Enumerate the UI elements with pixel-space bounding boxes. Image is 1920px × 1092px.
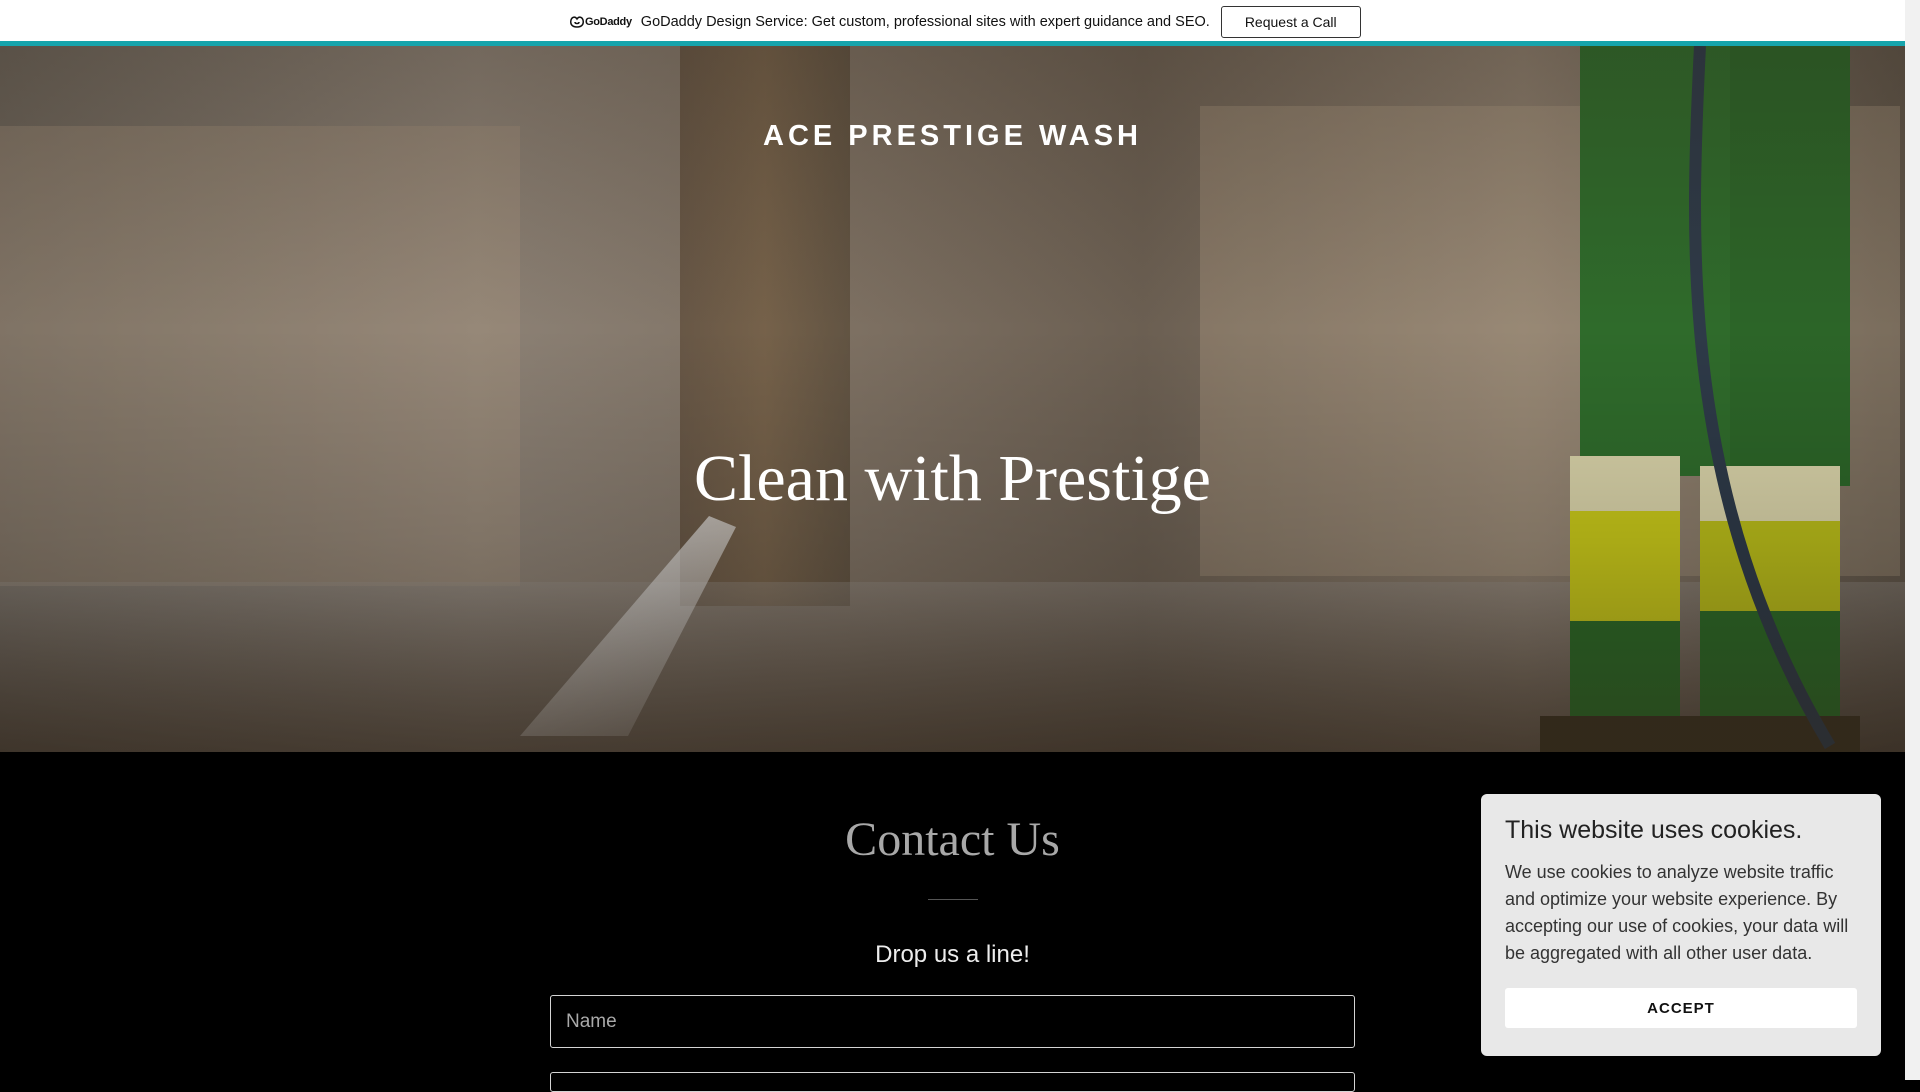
cookie-body: We use cookies to analyze website traffi… (1505, 862, 1849, 963)
email-input[interactable] (550, 1072, 1355, 1092)
promo-bar: GoDaddy GoDaddy Design Service: Get cust… (0, 0, 1905, 46)
cookie-popup: This website uses cookies. We use cookie… (1481, 794, 1881, 1056)
hero-section: ACE PRESTIGE WASH Clean with Prestige (0, 46, 1905, 752)
hero-headline: Clean with Prestige (694, 442, 1211, 515)
promo-message: GoDaddy Design Service: Get custom, prof… (640, 14, 1210, 30)
godaddy-logo-icon (570, 16, 584, 28)
cookie-title: This website uses cookies. (1505, 816, 1803, 844)
request-call-button[interactable]: Request a Call (1220, 6, 1361, 38)
promo-content: GoDaddy GoDaddy Design Service: Get cust… (569, 5, 1361, 39)
name-input[interactable] (550, 995, 1355, 1048)
site-title[interactable]: ACE PRESTIGE WASH (0, 120, 1905, 153)
godaddy-logo-text: GoDaddy (585, 16, 632, 28)
godaddy-logo: GoDaddy (569, 15, 632, 29)
cookie-accept-button[interactable]: ACCEPT (1505, 988, 1857, 1028)
scrollbar[interactable] (1905, 0, 1920, 1080)
contact-divider (928, 899, 978, 900)
